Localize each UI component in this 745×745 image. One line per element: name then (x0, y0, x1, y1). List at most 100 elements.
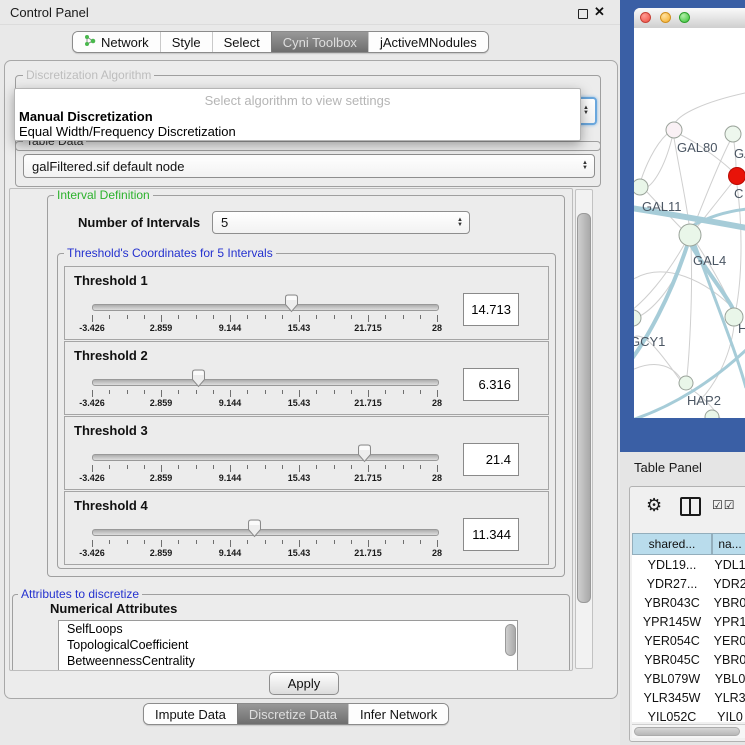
table-row[interactable]: YDR27...YDR2 (632, 574, 745, 593)
table-row[interactable]: YLR345WYLR3 (632, 688, 745, 707)
network-node[interactable] (666, 122, 682, 138)
tick-mark (161, 315, 162, 322)
threshold-label: Threshold 1 (74, 273, 148, 288)
tick-mark (437, 540, 438, 547)
numerical-attributes-list[interactable]: SelfLoopsTopologicalCoefficientBetweenne… (58, 620, 518, 671)
tick-mark (316, 465, 317, 469)
column-header-1[interactable]: shared... (632, 533, 712, 555)
tick-mark (230, 315, 231, 322)
tab-label: Impute Data (155, 707, 226, 722)
table-cell: YBR045C (632, 650, 712, 669)
table-row[interactable]: YER054CYER0 (632, 631, 745, 650)
network-node[interactable] (729, 168, 745, 185)
stepper-icon: ▲▼ (582, 161, 594, 171)
tab-style[interactable]: Style (160, 32, 212, 52)
table-row[interactable]: YIL052CYIL0 (632, 707, 745, 722)
list-item[interactable]: SelfLoops (59, 621, 517, 637)
tick-mark (92, 540, 93, 547)
float-window-icon[interactable] (578, 9, 588, 19)
network-edge[interactable] (675, 93, 745, 123)
network-node[interactable] (634, 179, 648, 195)
gear-icon[interactable]: ⚙ (646, 495, 662, 516)
dropdown-option[interactable]: Manual Discretization (19, 109, 153, 124)
tab-label: Style (172, 35, 201, 50)
tick-mark (247, 540, 248, 544)
slider-thumb[interactable] (247, 519, 262, 538)
settings-scrollbar[interactable] (575, 189, 593, 669)
table-row[interactable]: YBL079WYBL0 (632, 669, 745, 688)
threshold-panel: Threshold 3-3.4262.8599.14415.4321.71528… (64, 416, 549, 490)
tab-select[interactable]: Select (212, 32, 271, 52)
cyni-mode-tabs: Impute Data Discretize Data Infer Network (143, 703, 449, 725)
tab-jactivemnodules[interactable]: jActiveMNodules (368, 32, 488, 52)
tick-mark (230, 540, 231, 547)
num-intervals-select[interactable]: 5 ▲▼ (212, 211, 470, 234)
network-edge[interactable] (641, 134, 667, 180)
tab-label: Cyni Toolbox (283, 35, 357, 50)
slider-track[interactable] (92, 454, 439, 461)
threshold-value-field[interactable]: 11.344 (463, 518, 519, 551)
network-node[interactable] (679, 376, 693, 390)
slider-track[interactable] (92, 379, 439, 386)
tab-infer-network[interactable]: Infer Network (348, 704, 448, 724)
network-canvas[interactable]: GAL80GAGAL11CGAL4GCY1HHAP2 (634, 28, 745, 418)
table-data-select[interactable]: galFiltered.sif default node ▲▼ (23, 154, 595, 178)
network-node[interactable] (634, 310, 641, 326)
tab-label: Discretize Data (249, 707, 337, 722)
tick-mark (368, 465, 369, 472)
tick-mark (403, 540, 404, 544)
tick-mark (403, 315, 404, 319)
tick-mark (351, 540, 352, 544)
tab-discretize-data[interactable]: Discretize Data (237, 704, 348, 724)
tab-impute-data[interactable]: Impute Data (144, 704, 237, 724)
slider-track[interactable] (92, 529, 439, 536)
tick-mark (351, 465, 352, 469)
columns-icon[interactable] (680, 497, 701, 516)
table-row[interactable]: YPR145WYPR1 (632, 612, 745, 631)
slider-thumb[interactable] (284, 294, 299, 313)
network-edge[interactable] (645, 138, 672, 188)
dropdown-option[interactable]: Equal Width/Frequency Discretization (19, 124, 236, 139)
tick-mark (265, 315, 266, 319)
stepper-icon: ▲▼ (583, 106, 595, 116)
horizontal-scrollbar-thumb[interactable] (634, 727, 740, 736)
list-item[interactable]: BetweennessCentrality (59, 653, 517, 669)
table-cell: YDR27... (632, 574, 712, 593)
close-traffic-light-icon[interactable] (640, 12, 651, 23)
network-window-titlebar[interactable] (634, 8, 745, 29)
threshold-value-field[interactable]: 21.4 (463, 443, 519, 476)
slider-thumb[interactable] (357, 444, 372, 463)
network-node[interactable] (679, 224, 701, 246)
horizontal-scrollbar[interactable] (632, 724, 745, 738)
tick-mark (351, 315, 352, 319)
minimize-traffic-light-icon[interactable] (660, 12, 671, 23)
table-row[interactable]: YBR045CYBR0 (632, 650, 745, 669)
table-row[interactable]: YDL19...YDL1 (632, 555, 745, 574)
network-view-window: GAL80GAGAL11CGAL4GCY1HHAP2 (634, 8, 745, 418)
slider-track[interactable] (92, 304, 439, 311)
zoom-traffic-light-icon[interactable] (679, 12, 690, 23)
table-cell: YBR0 (712, 650, 745, 669)
network-node[interactable] (705, 410, 719, 418)
tab-label: Select (224, 35, 260, 50)
column-header-2[interactable]: na... (712, 533, 745, 555)
tab-cyni-toolbox[interactable]: Cyni Toolbox (271, 32, 368, 52)
slider-thumb[interactable] (191, 369, 206, 388)
network-edge[interactable] (687, 246, 692, 376)
settings-scrollbar-thumb[interactable] (577, 213, 591, 603)
network-node[interactable] (725, 126, 741, 142)
threshold-value-field[interactable]: 6.316 (463, 368, 519, 401)
tick-mark (127, 390, 128, 394)
thresholds-group-title: Threshold's Coordinates for 5 Intervals (64, 247, 276, 259)
table-row[interactable]: YBR043CYBR0 (632, 593, 745, 612)
table-panel: Table Panel ⚙ ☑☑ shared...na... YDL19...… (620, 452, 745, 745)
threshold-value-field[interactable]: 14.713 (463, 293, 519, 326)
select-columns-checkboxes-icon[interactable]: ☑☑ (712, 498, 736, 512)
list-scrollbar-thumb[interactable] (505, 624, 516, 656)
tab-network[interactable]: Network (73, 32, 160, 52)
apply-button[interactable]: Apply (269, 672, 339, 695)
threshold-label: Threshold 3 (74, 423, 148, 438)
list-item[interactable]: TopologicalCoefficient (59, 637, 517, 653)
close-icon[interactable]: ✕ (594, 4, 605, 20)
network-edge[interactable] (736, 185, 741, 309)
